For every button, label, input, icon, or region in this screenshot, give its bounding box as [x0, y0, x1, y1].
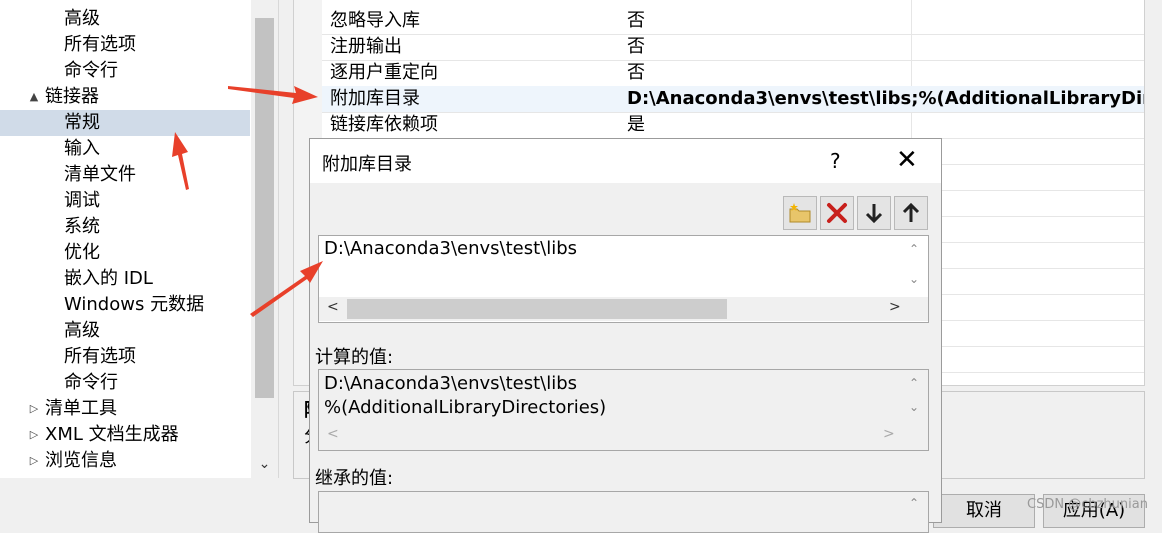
expand-triangle-icon[interactable]: ▷ — [27, 422, 41, 448]
arrow-down-icon — [865, 204, 883, 224]
tree-item-label: 常规 — [64, 112, 100, 133]
directory-edit-text[interactable]: D:\Anaconda3\envs\test\libs — [324, 236, 577, 262]
tree-item-label: 清单文件 — [64, 164, 136, 185]
property-value[interactable]: 是 — [627, 112, 645, 137]
calculated-value-label: 计算的值: — [315, 347, 394, 368]
cancel-button[interactable]: 取消 — [933, 494, 1035, 528]
tree-item[interactable]: 嵌入的 IDL — [0, 266, 250, 292]
property-name: 逐用户重定向 — [330, 62, 438, 83]
tree-scrollbar-thumb[interactable] — [255, 18, 274, 398]
tree-item[interactable]: Windows 元数据 — [0, 292, 250, 318]
tree-item-label: 输入 — [64, 138, 100, 159]
tree-item[interactable]: 所有选项 — [0, 32, 250, 58]
tree-item-label: 链接器 — [45, 86, 99, 107]
delete-x-icon — [827, 203, 847, 223]
inherited-value-box: ⌃ — [318, 491, 929, 533]
property-row[interactable]: 链接库依赖项 是 — [322, 112, 1144, 139]
move-up-button[interactable] — [894, 196, 928, 230]
tree-item-label: 系统 — [64, 216, 100, 237]
property-value[interactable]: D:\Anaconda3\envs\test\libs;%(Additional… — [627, 86, 1144, 111]
tree-item[interactable]: 高级 — [0, 318, 250, 344]
tree-item[interactable]: 命令行 — [0, 370, 250, 396]
property-value[interactable]: 否 — [627, 8, 645, 33]
scroll-right-icon[interactable]: > — [889, 299, 901, 315]
calculated-value-line: %(AdditionalLibraryDirectories) — [324, 397, 607, 418]
calculated-value-line: D:\Anaconda3\envs\test\libs — [324, 373, 578, 394]
tree-item[interactable]: 调试 — [0, 188, 250, 214]
edit-scrollbar-thumb[interactable] — [347, 299, 727, 319]
new-line-button[interactable] — [783, 196, 817, 230]
delete-button[interactable] — [820, 196, 854, 230]
tree-scrollbar[interactable]: ⌄ — [251, 0, 278, 478]
tree-item[interactable]: ▲ 链接器 — [0, 84, 250, 110]
calculated-value-box: D:\Anaconda3\envs\test\libs %(Additional… — [318, 369, 929, 451]
property-value[interactable]: 否 — [627, 34, 645, 59]
tree-item-label: 命令行 — [64, 372, 118, 393]
tree-item[interactable]: ▷ 浏览信息 — [0, 448, 250, 474]
watermark: CSDN @cbzhunian — [1027, 497, 1148, 512]
edit-horizontal-scrollbar[interactable]: < > — [319, 297, 928, 321]
tree-item[interactable]: 命令行 — [0, 58, 250, 84]
tree-item-label: 所有选项 — [64, 34, 136, 55]
tree-item[interactable]: ▷ 清单工具 — [0, 396, 250, 422]
help-icon[interactable]: ? — [830, 149, 841, 173]
folder-new-icon — [789, 203, 811, 223]
property-tree[interactable]: 高级 所有选项 命令行 ▲ 链接器 常规 输入 清单文件 调试 系统 优化 嵌入的 IDL Window… — [0, 0, 279, 478]
tree-item[interactable]: 优化 — [0, 240, 250, 266]
property-name: 注册输出 — [330, 36, 402, 57]
tree-item[interactable]: 常规 — [0, 110, 250, 136]
tree-item-label: 高级 — [64, 320, 100, 341]
scroll-down-icon[interactable]: ⌄ — [251, 454, 278, 474]
tree-item[interactable]: 所有选项 — [0, 344, 250, 370]
tree-item-label: 嵌入的 IDL — [64, 268, 153, 289]
scroll-up-icon[interactable]: ⌃ — [906, 242, 922, 256]
property-value[interactable]: 否 — [627, 60, 645, 85]
arrow-up-icon — [902, 202, 920, 222]
scroll-up-icon[interactable]: ⌃ — [906, 496, 922, 510]
tree-item[interactable]: 清单文件 — [0, 162, 250, 188]
property-row[interactable]: 逐用户重定向 否 — [322, 60, 1144, 87]
tree-item-label: Windows 元数据 — [64, 294, 205, 315]
tree-item[interactable]: ▷ XML 文档生成器 — [0, 422, 250, 448]
scroll-down-icon[interactable]: ⌄ — [906, 400, 922, 414]
property-name: 附加库目录 — [330, 88, 420, 109]
close-icon[interactable]: ✕ — [896, 147, 918, 173]
property-row[interactable]: 忽略导入库 否 — [322, 8, 1144, 35]
collapse-triangle-icon[interactable]: ▲ — [27, 84, 41, 110]
tree-item-label: 命令行 — [64, 60, 118, 81]
tree-item[interactable]: 输入 — [0, 136, 250, 162]
expand-triangle-icon[interactable]: ▷ — [27, 396, 41, 422]
inherited-value-label: 继承的值: — [315, 468, 394, 489]
move-down-button[interactable] — [857, 196, 891, 230]
tree-item-label: 浏览信息 — [45, 450, 117, 471]
tree-item-label: 清单工具 — [45, 398, 117, 419]
scroll-left-icon[interactable]: < — [327, 426, 339, 442]
property-name: 忽略导入库 — [330, 10, 420, 31]
scroll-down-icon[interactable]: ⌄ — [906, 272, 922, 286]
dialog-titlebar: 附加库目录 ? ✕ — [310, 139, 941, 183]
tree-item-label: 高级 — [64, 8, 100, 29]
tree-item-label: 所有选项 — [64, 346, 136, 367]
property-row[interactable]: 注册输出 否 — [322, 34, 1144, 61]
tree-item-label: 调试 — [64, 190, 100, 211]
tree-item[interactable]: 高级 — [0, 6, 250, 32]
tree-item[interactable]: 系统 — [0, 214, 250, 240]
directory-edit-box[interactable]: D:\Anaconda3\envs\test\libs ⌃ ⌄ < > — [318, 235, 929, 323]
property-name: 链接库依赖项 — [330, 114, 438, 135]
tree-item-label: XML 文档生成器 — [45, 424, 179, 445]
scroll-right-icon[interactable]: > — [883, 426, 895, 442]
additional-library-directories-dialog: 附加库目录 ? ✕ D:\Anaconda3\envs\test\libs ⌃ … — [309, 138, 942, 533]
tree-item-label: 优化 — [64, 242, 100, 263]
property-row[interactable]: 附加库目录 D:\Anaconda3\envs\test\libs;%(Addit… — [322, 86, 1144, 113]
dialog-title: 附加库目录 — [322, 154, 412, 175]
scroll-up-icon[interactable]: ⌃ — [906, 376, 922, 390]
scroll-left-icon[interactable]: < — [327, 299, 339, 315]
expand-triangle-icon[interactable]: ▷ — [27, 448, 41, 474]
